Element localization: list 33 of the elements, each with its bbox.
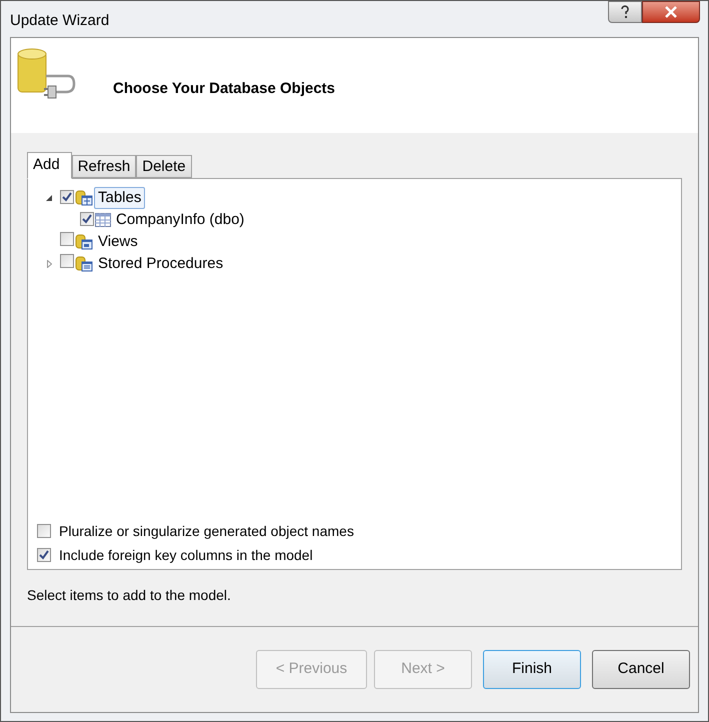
checkmark-icon	[82, 214, 92, 224]
checkbox[interactable]	[37, 548, 51, 562]
database-folder-icon	[75, 234, 93, 250]
status-text: Select items to add to the model.	[27, 586, 232, 605]
checkbox-label: Pluralize or singularize generated object names	[59, 523, 354, 539]
checkmark-icon	[39, 550, 49, 560]
collapsed-arrow-icon[interactable]	[46, 260, 52, 268]
checkbox[interactable]	[60, 232, 74, 246]
checkbox-label: Include foreign key columns in the model	[59, 547, 313, 563]
checkbox[interactable]	[60, 190, 74, 204]
tab[interactable]: Refresh	[72, 155, 136, 178]
tab[interactable]: Delete	[136, 155, 192, 178]
tree-item[interactable]: Stored Procedures	[94, 253, 228, 275]
window-title: Update Wizard	[10, 11, 110, 31]
checkmark-icon	[62, 192, 72, 202]
database-folder-icon	[75, 190, 93, 206]
table-icon	[95, 213, 111, 227]
page-heading: Choose Your Database Objects	[113, 79, 336, 99]
help-button[interactable]	[608, 1, 642, 23]
checkbox[interactable]	[60, 254, 74, 268]
checkbox[interactable]	[37, 524, 51, 538]
dialog-button[interactable]: Finish	[483, 650, 581, 689]
database-folder-icon	[75, 256, 93, 272]
dialog-button[interactable]: Cancel	[592, 650, 690, 689]
close-button[interactable]	[642, 1, 700, 23]
help-icon	[620, 5, 630, 19]
checkbox[interactable]	[80, 212, 94, 226]
tree-item[interactable]: Views	[94, 231, 142, 253]
tree-item[interactable]: CompanyInfo (dbo)	[112, 209, 248, 231]
close-icon	[664, 6, 678, 18]
tab[interactable]: Add	[27, 152, 72, 179]
expanded-arrow-icon[interactable]	[46, 195, 52, 201]
tree-item[interactable]: Tables	[94, 187, 146, 209]
